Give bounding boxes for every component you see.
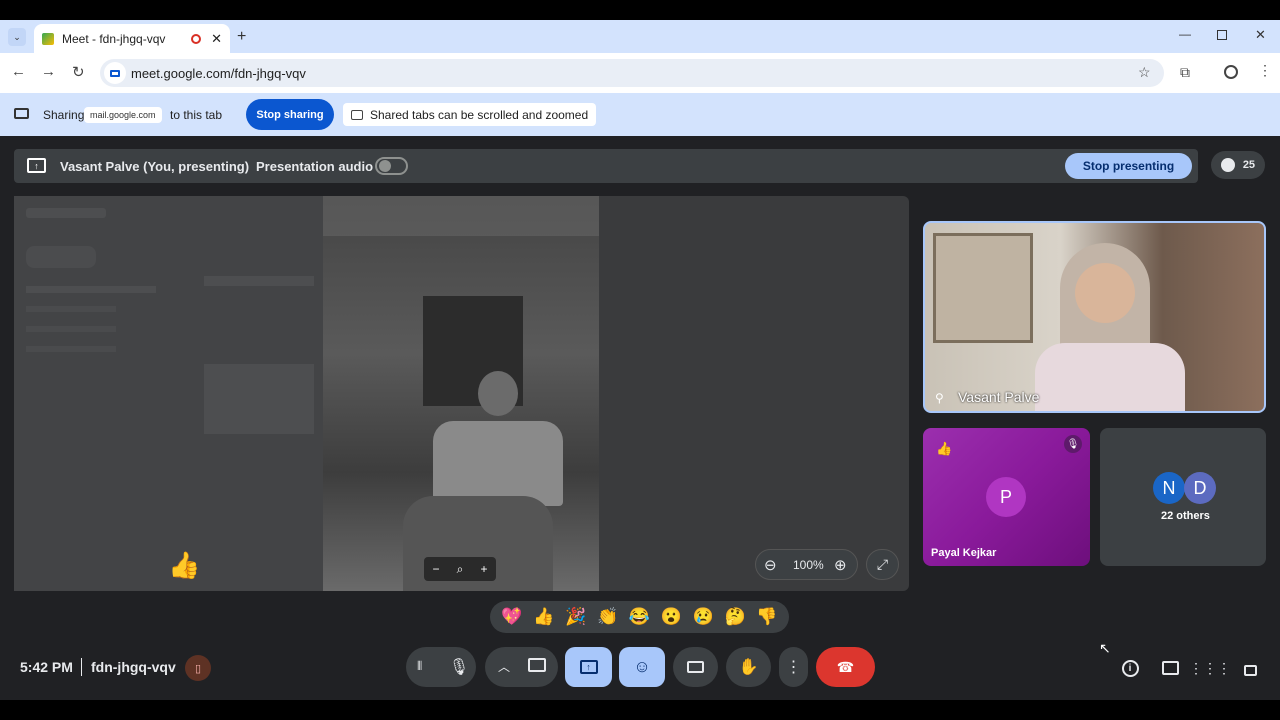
browser-tab[interactable]: Meet - fdn-jhgq-vqv ✕: [34, 24, 230, 53]
scroll-zoom-icon: [351, 109, 363, 120]
payal-name: Payal Kejkar: [931, 547, 997, 559]
footer-divider: [81, 658, 82, 676]
more-vert-icon: ⋮: [785, 659, 802, 676]
end-call-icon: ☎: [836, 658, 855, 675]
people-icon: [1220, 158, 1235, 172]
stop-sharing-button[interactable]: Stop sharing: [246, 99, 334, 130]
forward-icon[interactable]: →: [41, 63, 56, 80]
reaction-sad[interactable]: 😢: [693, 607, 714, 627]
presentation-audio-label: Presentation audio: [256, 159, 374, 174]
presentation-audio-toggle[interactable]: [375, 157, 408, 175]
recording-icon: [191, 33, 202, 44]
shared-photo: [323, 196, 599, 591]
extensions-icon[interactable]: ⧉: [1180, 64, 1190, 81]
microphone-button[interactable]: 🎙: [444, 651, 474, 683]
present-icon: ↑: [27, 158, 46, 173]
zoom-in-icon[interactable]: ⊕: [834, 556, 847, 574]
to-this-tab-label: to this tab: [170, 108, 223, 122]
reaction-thumbs-up[interactable]: 👍: [533, 607, 554, 627]
toggle-knob: [379, 160, 391, 172]
site-camera-icon[interactable]: [104, 62, 126, 84]
reaction-thinking[interactable]: 🤔: [724, 607, 745, 627]
others-tile[interactable]: [1100, 428, 1266, 566]
stop-presenting-button[interactable]: Stop presenting: [1065, 153, 1192, 179]
captions-icon: [687, 661, 704, 673]
audio-level-icon: ⦀: [417, 659, 423, 673]
present-screen-icon: ↑: [579, 660, 598, 674]
raise-hand-button[interactable]: ✋: [726, 647, 771, 687]
emoji-icon: ☺: [633, 657, 651, 676]
meeting-door-icon[interactable]: ▯: [185, 655, 211, 681]
photo-zoom-controls: − ⌕ +: [424, 557, 496, 581]
reaction-laugh[interactable]: 😂: [629, 607, 650, 627]
emoji-button[interactable]: ☺: [619, 647, 665, 687]
photo-zoom-out-icon[interactable]: −: [433, 562, 440, 576]
mouse-cursor-icon: ↖: [1099, 640, 1111, 656]
reaction-clap[interactable]: 👏: [597, 607, 618, 627]
meeting-info-icon[interactable]: i: [1119, 657, 1141, 679]
host-controls-lock-icon[interactable]: [1239, 657, 1261, 679]
fullscreen-button[interactable]: ⤢: [866, 549, 899, 580]
camera-group: [485, 647, 558, 687]
others-label: 22 others: [1161, 510, 1210, 522]
participants-button[interactable]: 25: [1211, 151, 1265, 179]
reaction-surprise[interactable]: 😮: [661, 607, 682, 627]
reload-icon[interactable]: ↻: [72, 63, 85, 81]
minimize-button[interactable]: —: [1179, 27, 1191, 41]
hand-icon: ✋: [738, 659, 759, 676]
sharing-label: Sharing: [43, 108, 85, 122]
shared-tabs-info-text: Shared tabs can be scrolled and zoomed: [370, 107, 589, 122]
screen-share-icon: [14, 108, 29, 119]
zoom-level: 100%: [793, 558, 824, 572]
thumbs-up-reaction-icon: 👍: [168, 550, 201, 580]
activities-grid-icon[interactable]: ⋮⋮⋮: [1189, 657, 1231, 679]
payal-muted-icon: 🎙: [1064, 435, 1082, 453]
bookmark-star-icon[interactable]: ☆: [1138, 64, 1151, 81]
payal-thumbs-up-icon: 👍: [936, 441, 953, 456]
tab-title: Meet - fdn-jhgq-vqv: [62, 31, 166, 46]
main-participant-name: Vasant Palve: [958, 389, 1040, 405]
captions-button[interactable]: [673, 647, 718, 687]
menu-kebab-icon[interactable]: ⋮: [1258, 62, 1272, 79]
main-participant-tile[interactable]: [923, 221, 1266, 413]
tab-search-button[interactable]: ⌄: [8, 28, 26, 46]
back-icon[interactable]: ←: [11, 63, 26, 80]
url-text[interactable]: meet.google.com/fdn-jhgq-vqv: [131, 66, 306, 81]
more-options-button[interactable]: ⋮: [779, 647, 808, 687]
shared-site-chip: mail.google.com: [84, 107, 162, 123]
others-avatar-d: D: [1184, 472, 1216, 504]
shared-gmail-preview: [14, 196, 323, 591]
new-tab-button[interactable]: +: [237, 28, 246, 46]
chat-icon[interactable]: [1159, 657, 1181, 679]
reaction-heart[interactable]: 💖: [501, 607, 522, 627]
payal-avatar: P: [986, 477, 1026, 517]
camera-button[interactable]: [528, 658, 546, 672]
pin-icon[interactable]: ⚲: [935, 391, 944, 405]
meeting-time: 5:42 PM: [20, 659, 73, 675]
close-window-button[interactable]: ✕: [1255, 27, 1266, 43]
zoom-out-icon[interactable]: ⊖: [764, 556, 777, 574]
others-avatar-n: N: [1153, 472, 1185, 504]
profile-icon[interactable]: [1224, 65, 1238, 79]
tab-close-icon[interactable]: ✕: [211, 31, 222, 47]
reactions-bar: 💖 👍 🎉 👏 😂 😮 😢 🤔 👎: [490, 601, 789, 633]
photo-zoom-in-icon[interactable]: +: [480, 562, 487, 576]
reaction-thumbs-down[interactable]: 👎: [756, 607, 777, 627]
meeting-code: fdn-jhgq-vqv: [91, 659, 176, 675]
shared-tabs-info: Shared tabs can be scrolled and zoomed: [343, 103, 597, 126]
photo-zoom-search-icon[interactable]: ⌕: [457, 562, 464, 577]
leave-call-button[interactable]: ☎: [816, 647, 875, 687]
restore-button[interactable]: [1217, 30, 1227, 40]
participant-count: 25: [1242, 159, 1256, 171]
present-screen-button[interactable]: ↑: [565, 647, 612, 687]
presenter-label: Vasant Palve (You, presenting): [60, 159, 250, 174]
meet-icon: [42, 32, 54, 45]
reaction-party[interactable]: 🎉: [565, 607, 586, 627]
camera-options-chevron-icon[interactable]: ︿: [498, 658, 510, 675]
